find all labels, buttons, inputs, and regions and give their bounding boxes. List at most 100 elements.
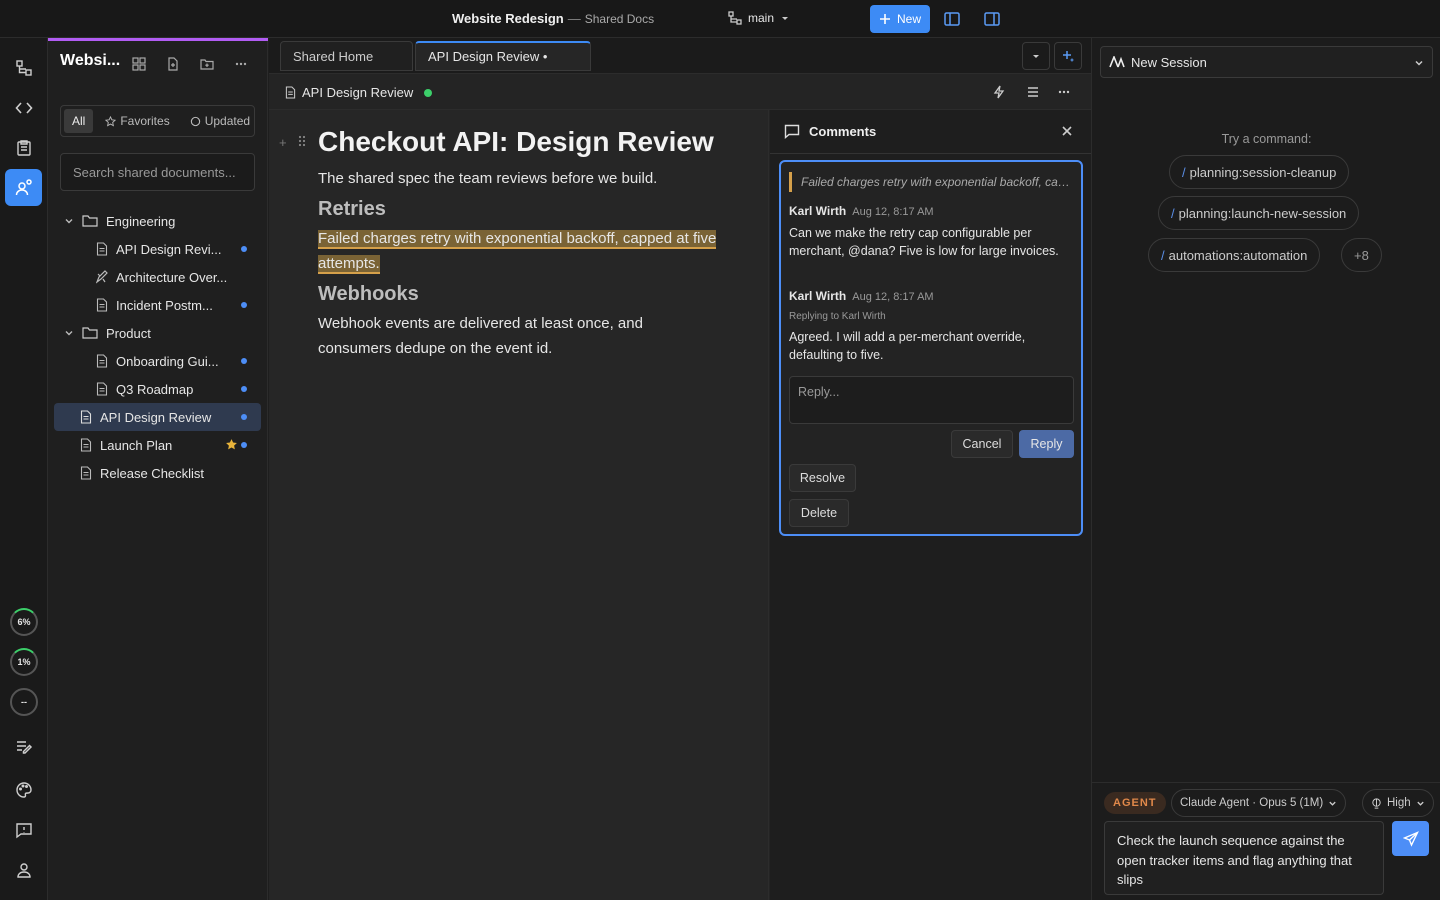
heading-webhooks: Webhooks xyxy=(318,283,419,305)
comment-author: Karl Wirth xyxy=(789,289,847,303)
tree-item-api-design-review-selected[interactable]: API Design Review xyxy=(54,403,261,431)
drag-handle-icon[interactable] xyxy=(297,134,307,148)
add-block-icon[interactable]: + xyxy=(279,135,287,150)
usage-ring-3: -- xyxy=(10,688,38,716)
clipboard-icon[interactable] xyxy=(12,136,36,160)
toggle-right-panel-icon[interactable] xyxy=(983,10,1001,28)
usage-ring-1: 6% xyxy=(10,608,38,636)
project-subtitle: Shared Docs xyxy=(584,12,655,26)
new-tab-button[interactable] xyxy=(1054,42,1082,70)
folder-engineering[interactable]: Engineering xyxy=(64,208,264,234)
document-icon xyxy=(80,466,92,480)
doc-filter-tabs: All Favorites Updated xyxy=(60,105,255,137)
plus-icon xyxy=(879,13,891,25)
more-options-icon[interactable] xyxy=(1057,85,1071,99)
replying-to-label: Replying to Karl Wirth xyxy=(789,311,886,322)
code-icon[interactable] xyxy=(12,96,36,120)
slash-glyph: / xyxy=(1182,164,1186,180)
document-icon xyxy=(80,438,92,452)
chevron-down-icon xyxy=(1031,51,1041,61)
cancel-label: Cancel xyxy=(962,437,1002,451)
reply-input[interactable] xyxy=(789,376,1074,424)
unread-dot xyxy=(241,302,247,308)
branch-name: main xyxy=(748,11,775,25)
tree-item-q3-roadmap[interactable]: Q3 Roadmap xyxy=(96,376,256,402)
branch-selector[interactable]: main xyxy=(728,11,790,25)
session-selector[interactable]: New Session xyxy=(1100,46,1433,78)
document-icon xyxy=(285,86,296,99)
comment-thread-card: Failed charges retry with exponential ba… xyxy=(779,160,1083,536)
palette-icon[interactable] xyxy=(12,778,36,802)
effort-selector[interactable]: High xyxy=(1362,789,1434,817)
tab-shared-home[interactable]: Shared Home xyxy=(280,41,413,71)
grid-view-icon[interactable] xyxy=(132,57,146,71)
folder-product[interactable]: Product xyxy=(64,320,264,346)
lightning-icon[interactable] xyxy=(992,85,1006,99)
delete-button[interactable]: Delete xyxy=(789,499,849,527)
tab-list-dropdown[interactable] xyxy=(1022,42,1050,70)
project-title: Website Redesign xyxy=(452,11,564,26)
document-editor[interactable]: + Checkout API: Design Review The shared… xyxy=(269,110,769,900)
quoted-text: Failed charges retry with exponential ba… xyxy=(789,172,1071,192)
model-label: Claude Agent · Opus 5 (1M) xyxy=(1180,797,1324,809)
activity-rail: 6% 1% -- xyxy=(0,38,48,900)
unread-dot xyxy=(241,246,247,252)
prompt-input[interactable]: Check the launch sequence against the op… xyxy=(1104,821,1384,895)
tree-item-label: Release Checklist xyxy=(100,465,205,481)
more-options-icon[interactable] xyxy=(234,57,248,71)
document-icon xyxy=(96,242,108,256)
more-commands-chip[interactable]: +8 xyxy=(1341,238,1382,272)
slash-glyph: / xyxy=(1161,247,1165,263)
usage-value-1: 6% xyxy=(17,617,31,627)
assistant-panel: New Session Try a command: / planning:ses… xyxy=(1091,38,1440,900)
outline-list-icon[interactable] xyxy=(1026,85,1040,99)
document-icon xyxy=(96,382,108,396)
tree-item-release-checklist[interactable]: Release Checklist xyxy=(80,460,260,486)
model-selector[interactable]: Claude Agent · Opus 5 (1M) xyxy=(1171,789,1347,817)
commented-highlight[interactable]: Failed charges retry with exponential ba… xyxy=(318,230,717,274)
session-name: New Session xyxy=(1131,54,1207,70)
new-button[interactable]: New xyxy=(870,5,930,33)
tree-item-incident-postmortem[interactable]: Incident Postm... xyxy=(96,292,256,318)
unread-dot xyxy=(241,442,247,448)
edit-list-icon[interactable] xyxy=(12,735,36,759)
star-filled-icon[interactable] xyxy=(225,438,238,451)
shared-docs-icon[interactable] xyxy=(5,169,42,206)
comment-text: Can we make the retry cap configurable p… xyxy=(789,226,1059,258)
filter-all[interactable]: All xyxy=(64,109,94,133)
tree-item-onboarding-guide[interactable]: Onboarding Gui... xyxy=(96,348,256,374)
profile-icon[interactable] xyxy=(12,858,36,882)
command-label: planning:launch-new-session xyxy=(1178,205,1347,221)
document-icon xyxy=(96,298,108,312)
tree-item-api-design-review[interactable]: API Design Revi... xyxy=(96,236,256,262)
command-chip[interactable]: / planning:launch-new-session xyxy=(1158,196,1360,230)
chevron-down-icon xyxy=(1414,58,1424,68)
unread-dot xyxy=(241,386,247,392)
folder-icon xyxy=(82,214,98,228)
close-icon[interactable] xyxy=(1061,125,1073,137)
filter-updated[interactable]: Updated xyxy=(182,109,258,133)
reply-button[interactable]: Reply xyxy=(1019,430,1074,458)
search-input[interactable] xyxy=(60,153,255,191)
feedback-icon[interactable] xyxy=(12,818,36,842)
tree-item-launch-plan[interactable]: Launch Plan xyxy=(80,432,260,458)
resolve-button[interactable]: Resolve xyxy=(789,464,856,492)
new-folder-icon[interactable] xyxy=(200,57,214,71)
cancel-button[interactable]: Cancel xyxy=(951,430,1013,458)
saved-status-dot xyxy=(424,89,432,97)
branch-icon xyxy=(728,11,742,25)
toggle-left-panel-icon[interactable] xyxy=(943,10,961,28)
document-name: API Design Review xyxy=(302,85,414,100)
agent-badge[interactable]: AGENT xyxy=(1104,792,1166,814)
tree-item-architecture-overview[interactable]: Architecture Over... xyxy=(96,264,256,290)
chevron-down-icon xyxy=(64,216,74,226)
new-document-icon[interactable] xyxy=(166,57,180,71)
send-button[interactable] xyxy=(1392,821,1429,856)
tab-api-design-review[interactable]: API Design Review • xyxy=(415,41,591,71)
tree-item-label: Product xyxy=(106,325,151,341)
command-chip[interactable]: / automations:automation xyxy=(1148,238,1321,272)
command-chip[interactable]: / planning:session-cleanup xyxy=(1169,155,1350,189)
filter-favorites[interactable]: Favorites xyxy=(97,109,177,133)
filter-all-label: All xyxy=(72,114,86,128)
workspace-tree-icon[interactable] xyxy=(12,56,36,80)
